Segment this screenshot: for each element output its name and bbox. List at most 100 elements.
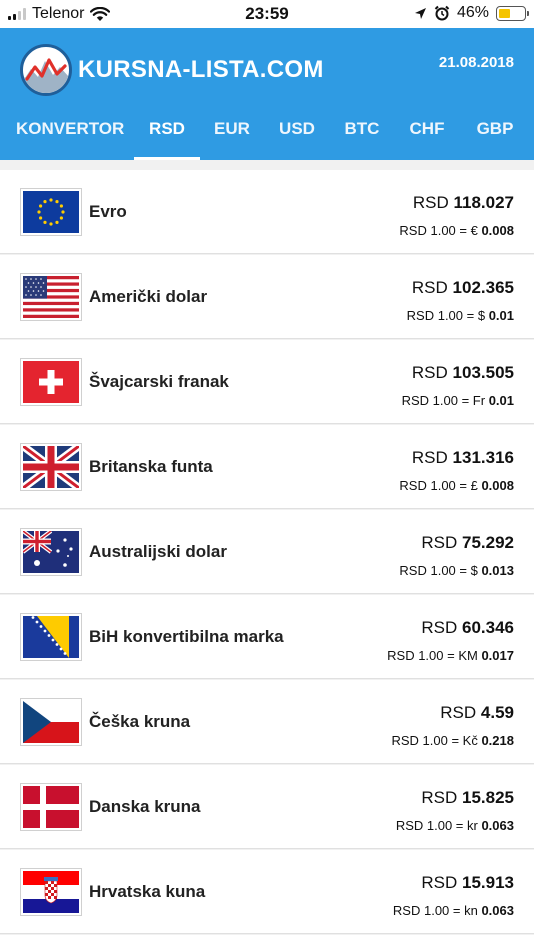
inverse-value: 0.218 [481, 733, 514, 748]
rate-value: 103.505 [452, 363, 514, 382]
inverse-prefix: RSD 1.00 = KM [387, 648, 478, 663]
inverse-value: 0.063 [481, 818, 514, 833]
mountain-chart-logo-icon[interactable] [20, 44, 72, 96]
rate-value: 15.825 [462, 788, 514, 807]
inverse-prefix: RSD 1.00 = kn [392, 903, 478, 918]
status-bar: Telenor 23:59 46% [0, 0, 534, 28]
inverse-rate: RSD 1.00 = € 0.008 [399, 223, 514, 238]
inverse-prefix: RSD 1.00 = $ [399, 563, 478, 578]
currency-row-aud[interactable]: Australijski dolar RSD 75.292 RSD 1.00 =… [0, 510, 534, 594]
inverse-prefix: RSD 1.00 = € [399, 223, 478, 238]
exchange-rate: RSD 15.825 [421, 788, 514, 808]
currency-row-gbp[interactable]: Britanska funta RSD 131.316 RSD 1.00 = £… [0, 425, 534, 509]
inverse-prefix: RSD 1.00 = Kč [391, 733, 478, 748]
gb-flag-icon [20, 443, 82, 491]
exchange-rate: RSD 102.365 [412, 278, 514, 298]
currency-name: Evro [89, 202, 127, 221]
inverse-rate: RSD 1.00 = $ 0.01 [407, 308, 514, 323]
ch-flag-icon [20, 358, 82, 406]
currency-name: Hrvatska kuna [89, 882, 206, 901]
rate-prefix: RSD [411, 448, 448, 467]
brand-title[interactable]: KURSNA-LISTA.COM [78, 56, 324, 84]
currency-row-chf[interactable]: Švajcarski franak RSD 103.505 RSD 1.00 =… [0, 340, 534, 424]
exchange-rate: RSD 4.59 [440, 703, 514, 723]
inverse-rate: RSD 1.00 = KM 0.017 [387, 648, 514, 663]
currency-name: BiH konvertibilna marka [89, 627, 284, 646]
exchange-rate: RSD 103.505 [412, 363, 514, 383]
inverse-value: 0.01 [488, 308, 514, 323]
eu-flag-icon [20, 188, 82, 236]
battery-level-fill [499, 8, 511, 18]
currency-name: Britanska funta [89, 457, 213, 476]
rate-value: 15.913 [462, 873, 514, 892]
inverse-prefix: RSD 1.00 = Fr [401, 393, 486, 408]
inverse-value: 0.01 [488, 393, 514, 408]
tab-btc[interactable]: BTC [343, 118, 381, 160]
rate-prefix: RSD [421, 618, 458, 637]
hr-flag-icon [20, 868, 82, 916]
tab-eur[interactable]: EUR [212, 118, 252, 160]
rate-value: 75.292 [462, 533, 514, 552]
currency-row-dkk[interactable]: Danska kruna RSD 15.825 RSD 1.00 = kr 0.… [0, 765, 534, 849]
battery-percent: 46% [456, 4, 489, 21]
currency-row-czk[interactable]: Češka kruna RSD 4.59 RSD 1.00 = Kč 0.218 [0, 680, 534, 764]
rates-date: 21.08.2018 [438, 54, 514, 71]
rate-prefix: RSD [421, 788, 458, 807]
inverse-prefix: RSD 1.00 = kr [395, 818, 478, 833]
rate-value: 131.316 [452, 448, 514, 467]
currency-row-usd[interactable]: Američki dolar RSD 102.365 RSD 1.00 = $ … [0, 255, 534, 339]
inverse-value: 0.008 [481, 223, 514, 238]
inverse-rate: RSD 1.00 = £ 0.008 [399, 478, 514, 493]
rate-prefix: RSD [411, 363, 448, 382]
alarm-clock-icon [434, 5, 450, 21]
inverse-prefix: RSD 1.00 = $ [406, 308, 486, 323]
rate-value: 102.365 [452, 278, 514, 297]
rate-prefix: RSD [421, 873, 458, 892]
inverse-prefix: RSD 1.00 = £ [399, 478, 478, 493]
inverse-rate: RSD 1.00 = kn 0.063 [393, 903, 514, 918]
inverse-rate: RSD 1.00 = kr 0.063 [396, 818, 514, 833]
app-header: KURSNA-LISTA.COM 21.08.2018 KONVERTOR RS… [0, 28, 534, 160]
rate-value: 4.59 [480, 703, 514, 722]
au-flag-icon [20, 528, 82, 576]
exchange-rate: RSD 131.316 [412, 448, 514, 468]
inverse-rate: RSD 1.00 = $ 0.013 [399, 563, 514, 578]
currency-name: Danska kruna [89, 797, 201, 816]
battery-icon [496, 5, 529, 21]
rate-prefix: RSD [440, 703, 477, 722]
cz-flag-icon [20, 698, 82, 746]
currency-name: Australijski dolar [89, 542, 227, 561]
rate-prefix: RSD [421, 533, 458, 552]
rate-value: 118.027 [453, 193, 514, 212]
currency-row-next[interactable] [0, 935, 534, 950]
tab-rsd[interactable]: RSD [134, 118, 200, 160]
ba-flag-icon [20, 613, 82, 661]
currency-tabs: KONVERTOR RSD EUR USD BTC CHF GBP [0, 118, 534, 160]
currency-row-bam[interactable]: BiH konvertibilna marka RSD 60.346 RSD 1… [0, 595, 534, 679]
inverse-rate: RSD 1.00 = Kč 0.218 [391, 733, 514, 748]
tab-konvertor[interactable]: KONVERTOR [16, 118, 124, 160]
inverse-value: 0.063 [481, 903, 514, 918]
inverse-value: 0.017 [481, 648, 514, 663]
currency-row-eur[interactable]: Evro RSD 118.027 RSD 1.00 = € 0.008 [0, 170, 534, 254]
currency-name: Švajcarski franak [89, 372, 229, 391]
inverse-value: 0.013 [481, 563, 514, 578]
currency-name: Češka kruna [89, 712, 191, 731]
rate-value: 60.346 [462, 618, 514, 637]
location-arrow-icon [414, 7, 426, 19]
exchange-rate: RSD 15.913 [421, 873, 514, 893]
rate-prefix: RSD [411, 278, 448, 297]
currency-row-hrk[interactable]: Hrvatska kuna RSD 15.913 RSD 1.00 = kn 0… [0, 850, 534, 934]
status-right: 46% [414, 4, 529, 22]
currency-name: Američki dolar [89, 287, 208, 306]
inverse-value: 0.008 [481, 478, 514, 493]
exchange-rate: RSD 118.027 [413, 193, 514, 213]
tab-gbp[interactable]: GBP [474, 118, 516, 160]
exchange-rate: RSD 60.346 [421, 618, 514, 638]
tab-usd[interactable]: USD [276, 118, 318, 160]
inverse-rate: RSD 1.00 = Fr 0.01 [402, 393, 514, 408]
exchange-rate: RSD 75.292 [421, 533, 514, 553]
tab-chf[interactable]: CHF [408, 118, 446, 160]
rate-prefix: RSD [412, 193, 449, 212]
us-flag-icon [20, 273, 82, 321]
